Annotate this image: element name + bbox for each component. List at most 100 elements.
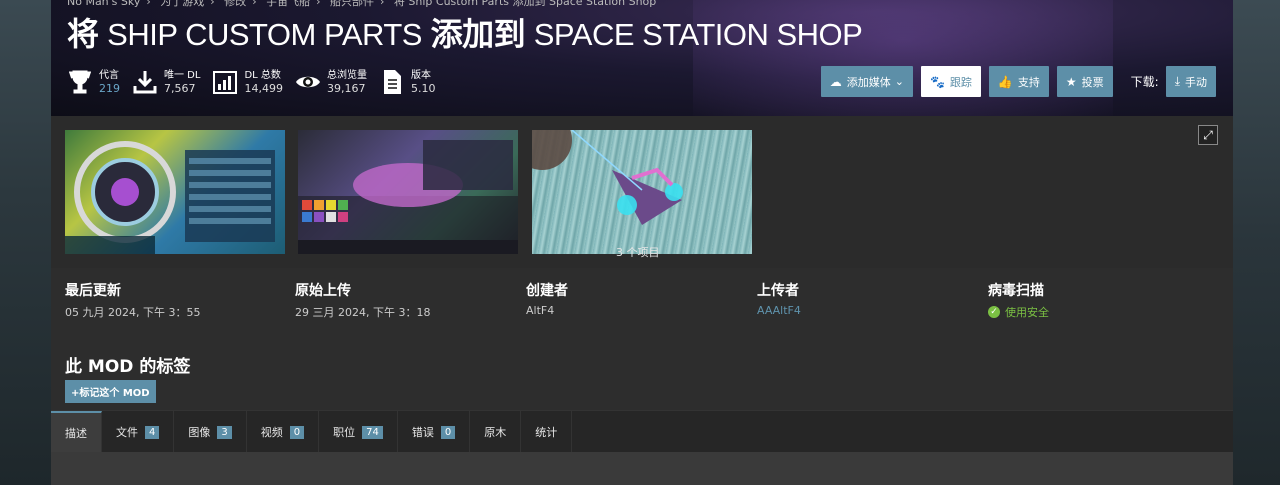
track-button[interactable]: 🐾 跟踪: [920, 66, 981, 97]
tab-label: 职位: [333, 426, 356, 439]
tab-files[interactable]: 文件 4: [102, 411, 175, 453]
uploaded-by: 上传者 AAAltF4: [757, 280, 801, 317]
virus-scan-status: ✓ 使用安全: [988, 304, 1049, 320]
tab-images[interactable]: 图像 3: [174, 411, 247, 453]
eye-icon: [295, 76, 320, 88]
tab-count-badge: 3: [217, 425, 232, 439]
tab-label: 统计: [535, 426, 558, 439]
stat-label: DL 总数: [244, 69, 281, 81]
tab-stats[interactable]: 统计: [521, 411, 573, 453]
mod-tabs: 描述 文件 4 图像 3 视频 0 职位 74 错误 0 原木 统计: [51, 410, 1233, 453]
breadcrumb-item: 将 Ship Custom Parts 添加到 Space Station Sh…: [393, 0, 657, 8]
mod-stats: 代言 219 唯一 DL 7,567 DL 总数 14,499 总浏览量 39,167 …: [67, 66, 447, 98]
breadcrumb-item[interactable]: No Man's Sky: [67, 0, 140, 8]
title-part: 添加到: [430, 15, 526, 53]
breadcrumb-item[interactable]: 修改: [224, 0, 246, 8]
original-upload: 原始上传 29 三月 2024, 下午 3：18: [295, 280, 430, 320]
title-part: SHIP CUSTOM PARTS: [107, 17, 422, 52]
stat-version: 版本 5.10: [379, 66, 436, 98]
stat-value: 14,499: [244, 81, 283, 95]
info-value: 05 九月 2024, 下午 3：55: [65, 306, 201, 319]
tab-count-badge: 74: [362, 425, 383, 439]
trophy-icon: [69, 70, 91, 94]
download-icon: ⤓: [1174, 74, 1180, 88]
tab-videos[interactable]: 视频 0: [247, 411, 320, 453]
check-icon: ✓: [988, 306, 1000, 318]
endorse-button[interactable]: 👍 支持: [988, 66, 1049, 97]
fullscreen-icon[interactable]: ⤢: [1198, 125, 1218, 145]
stat-total-downloads: DL 总数 14,499: [212, 66, 283, 98]
add-media-button[interactable]: ☁ 添加媒体 ⌄: [820, 66, 913, 97]
stat-label: 唯一 DL: [164, 69, 201, 81]
vote-button[interactable]: ★ 投票: [1056, 66, 1113, 97]
stat-value: 7,567: [164, 81, 196, 95]
gallery-thumbnail[interactable]: [65, 130, 285, 254]
info-label: 最后更新: [65, 283, 121, 299]
thumbs-up-icon: 👍: [997, 74, 1013, 89]
thumbnail-image: [532, 130, 683, 225]
uploader-link[interactable]: AAAltF4: [757, 304, 801, 317]
tab-count-badge: 0: [289, 425, 305, 439]
tab-label: 视频: [260, 426, 283, 439]
stat-label: 代言: [99, 69, 119, 81]
document-icon: [383, 70, 401, 94]
button-label: 投票: [1081, 75, 1104, 89]
image-gallery: 3 个项目 ⤢: [51, 116, 1233, 268]
tab-label: 原木: [484, 426, 507, 439]
mod-page: No Man's Sky › 为了游戏 › 修改 › 宇宙飞船 › 船只部件 › 将 Sh…: [51, 0, 1233, 485]
stat-unique-downloads: 唯一 DL 7,567: [132, 66, 200, 98]
mod-info: 最后更新 05 九月 2024, 下午 3：55 原始上传 29 三月 2024…: [51, 268, 1233, 338]
created-by: 创建者 AltF4: [526, 280, 568, 317]
tab-description[interactable]: 描述: [51, 411, 102, 453]
mod-header: No Man's Sky › 为了游戏 › 修改 › 宇宙飞船 › 船只部件 › 将 Sh…: [51, 0, 1233, 116]
title-part: 将: [67, 15, 99, 53]
stat-value: 5.10: [410, 81, 436, 95]
tab-logs[interactable]: 原木: [470, 411, 522, 453]
info-label: 原始上传: [295, 283, 351, 299]
page-title: 将 SHIP CUSTOM PARTS 添加到 SPACE STATION SH…: [67, 14, 863, 55]
breadcrumb-item[interactable]: 船只部件: [330, 0, 374, 8]
info-value: 使用安全: [1005, 306, 1049, 319]
info-label: 创建者: [526, 283, 568, 299]
stat-label: 总浏览量: [326, 69, 367, 81]
background-right: [1232, 0, 1280, 485]
manual-download-button[interactable]: ⤓ 手动: [1165, 66, 1216, 97]
tag-mod-button[interactable]: +标记这个 MOD: [65, 380, 156, 403]
download-icon: [133, 71, 157, 94]
info-value: AltF4: [526, 304, 555, 317]
mod-tags: 此 MOD 的标签 +标记这个 MOD: [65, 352, 190, 403]
gallery-thumbnail[interactable]: [532, 130, 752, 254]
stat-value: 39,167: [326, 81, 366, 95]
gallery-caption: 3 个项目: [616, 246, 660, 259]
cloud-upload-icon: ☁: [829, 74, 842, 89]
tab-label: 图像: [188, 426, 211, 439]
bar-chart-icon: [213, 71, 238, 94]
thumbnail-image: [298, 140, 518, 254]
button-label: 支持: [1017, 75, 1040, 89]
breadcrumb: No Man's Sky › 为了游戏 › 修改 › 宇宙飞船 › 船只部件 › 将 Sh…: [67, 0, 662, 9]
info-label: 病毒扫描: [988, 283, 1044, 299]
button-label: 跟踪: [949, 75, 972, 89]
background-left: [0, 0, 52, 485]
breadcrumb-item[interactable]: 宇宙飞船: [266, 0, 310, 8]
tab-posts[interactable]: 职位 74: [319, 411, 398, 453]
last-updated: 最后更新 05 九月 2024, 下午 3：55: [65, 280, 200, 320]
paw-icon: 🐾: [929, 74, 945, 89]
tab-count-badge: 4: [145, 425, 160, 439]
tab-content: [51, 452, 1233, 485]
stat-endorsements: 代言 219: [67, 66, 120, 98]
tab-bugs[interactable]: 错误 0: [398, 411, 471, 453]
mod-actions: ☁ 添加媒体 ⌄ 🐾 跟踪 👍 支持 ★ 投票 下载: ⤓ 手动: [813, 66, 1216, 97]
button-label: 手动: [1185, 75, 1207, 89]
stat-label: 版本: [410, 69, 431, 81]
star-icon: ★: [1065, 74, 1077, 89]
stat-value: 219: [99, 81, 120, 95]
thumbnail-image: [65, 141, 275, 254]
button-label: 添加媒体: [846, 75, 891, 89]
info-label: 上传者: [757, 283, 799, 299]
breadcrumb-item[interactable]: 为了游戏: [160, 0, 204, 8]
gallery-thumbnail[interactable]: [298, 130, 518, 254]
tab-count-badge: 0: [440, 425, 456, 439]
tab-label: 错误: [411, 426, 434, 439]
info-value: 29 三月 2024, 下午 3：18: [295, 306, 431, 319]
